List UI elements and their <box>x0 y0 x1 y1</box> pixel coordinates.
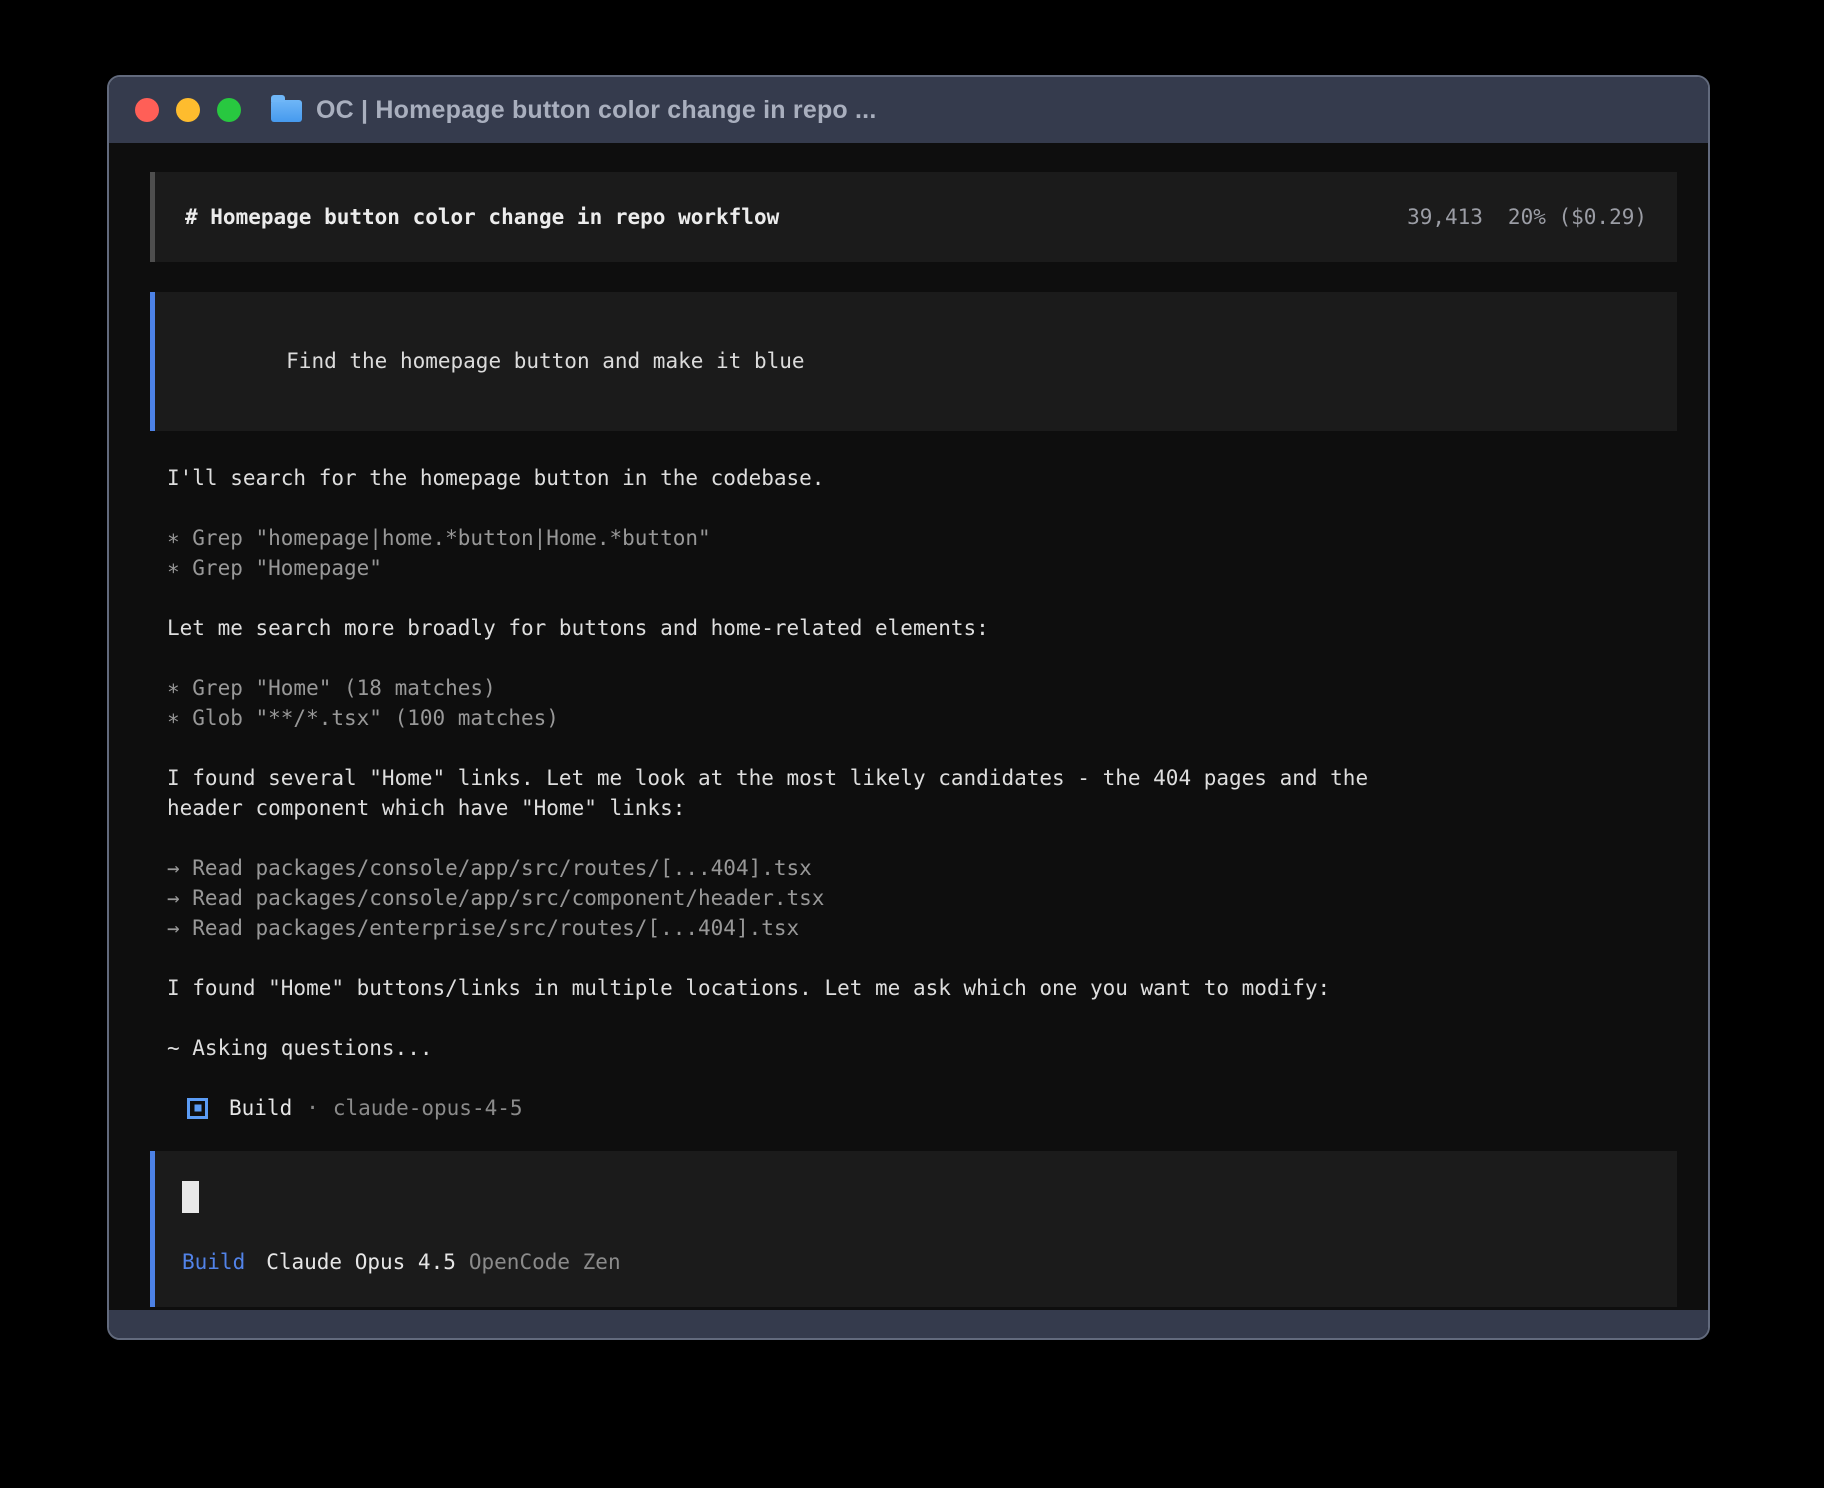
working-status: ~ Asking questions... <box>167 1033 1677 1063</box>
assistant-paragraph: Let me search more broadly for buttons a… <box>167 613 1677 643</box>
tool-call-group: ∗ Grep "homepage|home.*button|Home.*butt… <box>167 523 1677 583</box>
terminal-window: OC | Homepage button color change in rep… <box>107 75 1710 1340</box>
minimize-button[interactable] <box>176 98 200 122</box>
context-usage-cost: 20% ($0.29) <box>1508 202 1647 232</box>
assistant-text-line: header component which have "Home" links… <box>167 793 1677 823</box>
file-read-line: → Read packages/enterprise/src/routes/[.… <box>167 913 1677 943</box>
active-agent-label: Build <box>182 1247 245 1277</box>
terminal-content: # Homepage button color change in repo w… <box>109 143 1708 1310</box>
folder-icon <box>271 100 302 122</box>
agent-build-icon <box>187 1098 208 1119</box>
agent-name: Build <box>229 1093 292 1123</box>
session-header: # Homepage button color change in repo w… <box>150 172 1677 262</box>
user-message: Find the homepage button and make it blu… <box>150 292 1677 431</box>
zoom-button[interactable] <box>217 98 241 122</box>
assistant-text-line: I found "Home" buttons/links in multiple… <box>167 973 1677 1003</box>
active-model-label: Claude Opus 4.5 <box>266 1247 456 1277</box>
tool-call-line: ∗ Grep "Home" (18 matches) <box>167 673 1677 703</box>
close-button[interactable] <box>135 98 159 122</box>
agent-separator: · <box>306 1093 319 1123</box>
window-title: OC | Homepage button color change in rep… <box>316 96 876 125</box>
assistant-paragraph: I'll search for the homepage button in t… <box>167 463 1677 493</box>
window-bottom-strip <box>109 1310 1708 1338</box>
assistant-text-line: Let me search more broadly for buttons a… <box>167 613 1677 643</box>
text-cursor <box>182 1181 199 1213</box>
agent-status-line: Build · claude-opus-4-5 <box>150 1093 1677 1123</box>
user-message-text: Find the homepage button and make it blu… <box>286 349 804 373</box>
tool-call-line: ∗ Grep "homepage|home.*button|Home.*butt… <box>167 523 1677 553</box>
desktop: OC | Homepage button color change in rep… <box>0 0 1824 1488</box>
window-controls <box>135 98 241 122</box>
provider-label: OpenCode Zen <box>469 1247 621 1277</box>
file-read-line: → Read packages/console/app/src/routes/[… <box>167 853 1677 883</box>
assistant-paragraph: I found "Home" buttons/links in multiple… <box>167 973 1677 1003</box>
working-status-line: ~ Asking questions... <box>167 1033 1677 1063</box>
assistant-transcript: I'll search for the homepage button in t… <box>150 463 1677 1063</box>
assistant-text-line: I'll search for the homepage button in t… <box>167 463 1677 493</box>
tool-call-line: ∗ Glob "**/*.tsx" (100 matches) <box>167 703 1677 733</box>
session-title: # Homepage button color change in repo w… <box>185 202 779 232</box>
session-stats: 39,413 20% ($0.29) <box>1407 202 1647 232</box>
tool-call-line: ∗ Grep "Homepage" <box>167 553 1677 583</box>
file-read-group: → Read packages/console/app/src/routes/[… <box>167 853 1677 943</box>
assistant-paragraph: I found several "Home" links. Let me loo… <box>167 763 1677 823</box>
agent-model: claude-opus-4-5 <box>333 1093 523 1123</box>
tool-call-group: ∗ Grep "Home" (18 matches) ∗ Glob "**/*.… <box>167 673 1677 733</box>
window-titlebar[interactable]: OC | Homepage button color change in rep… <box>109 77 1708 143</box>
input-status-bar: Build Claude Opus 4.5 OpenCode Zen <box>182 1247 1647 1277</box>
file-read-line: → Read packages/console/app/src/componen… <box>167 883 1677 913</box>
token-count: 39,413 <box>1407 202 1483 232</box>
prompt-input[interactable]: Build Claude Opus 4.5 OpenCode Zen <box>150 1151 1677 1307</box>
assistant-text-line: I found several "Home" links. Let me loo… <box>167 763 1677 793</box>
